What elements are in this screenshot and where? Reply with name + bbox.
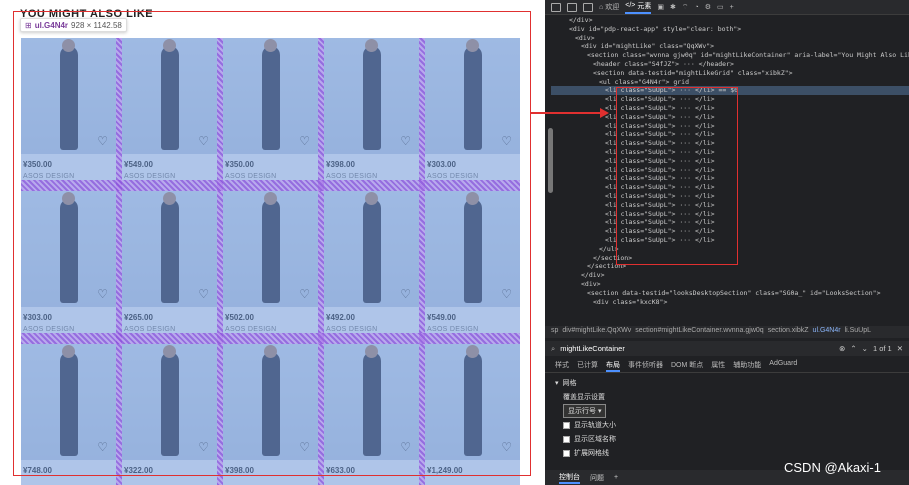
li-highlight-box	[616, 87, 738, 265]
track-size-checkbox[interactable]	[563, 421, 570, 429]
tab-welcome[interactable]: ⌂ 欢迎	[599, 2, 619, 12]
devtools-toolbar: ⌂ 欢迎 </> 元素 ▣ ✱ ⌔ ◔ ⚙ ▭ +	[545, 0, 909, 15]
application-icon[interactable]: ▭	[717, 3, 724, 11]
sidebar-tab[interactable]: AdGuard	[769, 360, 797, 372]
breadcrumb-item[interactable]: sp	[551, 327, 558, 337]
code-icon: </>	[625, 2, 636, 9]
option-label: 显示区域名称	[574, 436, 616, 443]
breadcrumb-item[interactable]: section.xibkZ	[768, 327, 809, 337]
grid-icon: ⊞	[25, 20, 32, 30]
line-label-select[interactable]: 显示行号 ▾	[563, 404, 607, 418]
option-label: 显示轨道大小	[574, 422, 616, 429]
scrollbar[interactable]	[548, 128, 553, 193]
bug-icon[interactable]: ✱	[670, 3, 676, 11]
tooltip-size: 928 × 1142.58	[71, 20, 122, 30]
chevron-down-icon[interactable]: ⌄	[862, 344, 868, 353]
highlight-box	[13, 11, 531, 476]
annotation-arrow-head	[600, 108, 609, 118]
home-icon: ⌂	[599, 3, 604, 11]
breadcrumb-item[interactable]: div#mightLike.QqXWv	[562, 327, 631, 337]
tab-elements[interactable]: </> 元素	[625, 1, 652, 14]
breadcrumb: sp div#mightLike.QqXWv section#mightLikeCo…	[545, 326, 909, 338]
add-tab-icon[interactable]: +	[730, 4, 734, 11]
dom-node[interactable]: <div>	[551, 34, 909, 43]
search-input[interactable]: mightLikeContainer	[560, 344, 834, 353]
option-label: 扩展网格线	[574, 450, 609, 457]
sidebar-tab[interactable]: 辅助功能	[733, 360, 761, 372]
search-icon: ⌕	[551, 343, 556, 353]
sidebar-tabs: 样式 已计算 布局 事件侦听器 DOM 断点 属性 辅助功能 AdGuard	[545, 360, 909, 373]
dom-node[interactable]: <section class="wvnna gjw0q" id="mightLi…	[551, 51, 909, 60]
dom-node[interactable]: <div>	[551, 280, 909, 289]
clear-icon[interactable]: ⊗	[839, 344, 845, 353]
sidebar-tab[interactable]: DOM 断点	[671, 360, 703, 372]
console-tab-icon[interactable]: ▣	[657, 3, 664, 11]
dom-node[interactable]: <section data-testid="looksDesktopSectio…	[551, 289, 909, 298]
dock-icon[interactable]	[583, 2, 593, 12]
inspect-icon[interactable]	[551, 2, 561, 12]
sidebar-tab[interactable]: 事件侦听器	[628, 360, 663, 372]
annotation-arrow	[531, 112, 603, 114]
network-icon[interactable]: ⌔	[682, 3, 689, 12]
dom-node[interactable]: <header class="S4fJZ"> ··· </header>	[551, 60, 909, 69]
dom-node[interactable]: <section data-testid="mightLikeGrid" cla…	[551, 69, 909, 78]
breadcrumb-item[interactable]: section#mightLikeContainer.wvnna.gjw0q	[635, 327, 763, 337]
dom-node[interactable]: </div>	[551, 16, 909, 25]
tooltip-element-name: ul.G4N4r	[34, 20, 69, 30]
layout-pane: ▾ 网格 覆盖显示设置 显示行号 ▾ 显示轨道大小 显示区域名称 扩展网格线	[555, 376, 895, 460]
dom-node[interactable]: <ul class="G4N4r"> grid	[551, 78, 909, 87]
element-tooltip: ⊞ ul.G4N4r 928 × 1142.58	[20, 18, 127, 32]
dom-node[interactable]: <div id="mightLike" class="QqXWv">	[551, 42, 909, 51]
performance-icon[interactable]: ◔	[694, 4, 698, 11]
close-search-button[interactable]: ✕	[897, 344, 903, 353]
device-icon[interactable]	[567, 2, 577, 12]
layout-heading: 网格	[562, 380, 577, 387]
sidebar-tab[interactable]: 布局	[606, 360, 620, 372]
sidebar-tab[interactable]: 属性	[711, 360, 725, 372]
search-bar: ⌕ mightLikeContainer ⊗ ⌃ ⌄ 1 of 1 ✕	[545, 341, 909, 356]
dom-node[interactable]: </div>	[551, 271, 909, 280]
add-drawer-icon[interactable]: +	[614, 474, 618, 481]
dom-node[interactable]: <div class="kxcK8">	[551, 298, 909, 307]
extend-lines-checkbox[interactable]	[563, 449, 570, 457]
breadcrumb-item[interactable]: ul.G4N4r	[813, 327, 841, 337]
dom-node[interactable]: <div id="pdp-react-app" style="clear: bo…	[551, 25, 909, 34]
area-names-checkbox[interactable]	[563, 435, 570, 443]
watermark: CSDN @Akaxi-1	[784, 460, 881, 475]
sidebar-tab[interactable]: 样式	[555, 360, 569, 372]
overlay-heading: 覆盖显示设置	[563, 394, 605, 401]
sidebar-tab[interactable]: 已计算	[577, 360, 598, 372]
search-count: 1 of 1	[872, 344, 892, 353]
webpage-panel: YOU MIGHT ALSO LIKE ⊞ ul.G4N4r 928 × 114…	[0, 0, 545, 485]
settings-icon[interactable]: ⚙	[705, 3, 711, 11]
tab-console[interactable]: 控制台	[559, 472, 580, 484]
chevron-up-icon[interactable]: ⌃	[850, 344, 856, 353]
tab-issues[interactable]: 问题	[590, 473, 604, 483]
breadcrumb-item[interactable]: li.SuUpL	[845, 327, 871, 337]
collapse-icon[interactable]: ▾	[555, 379, 559, 387]
